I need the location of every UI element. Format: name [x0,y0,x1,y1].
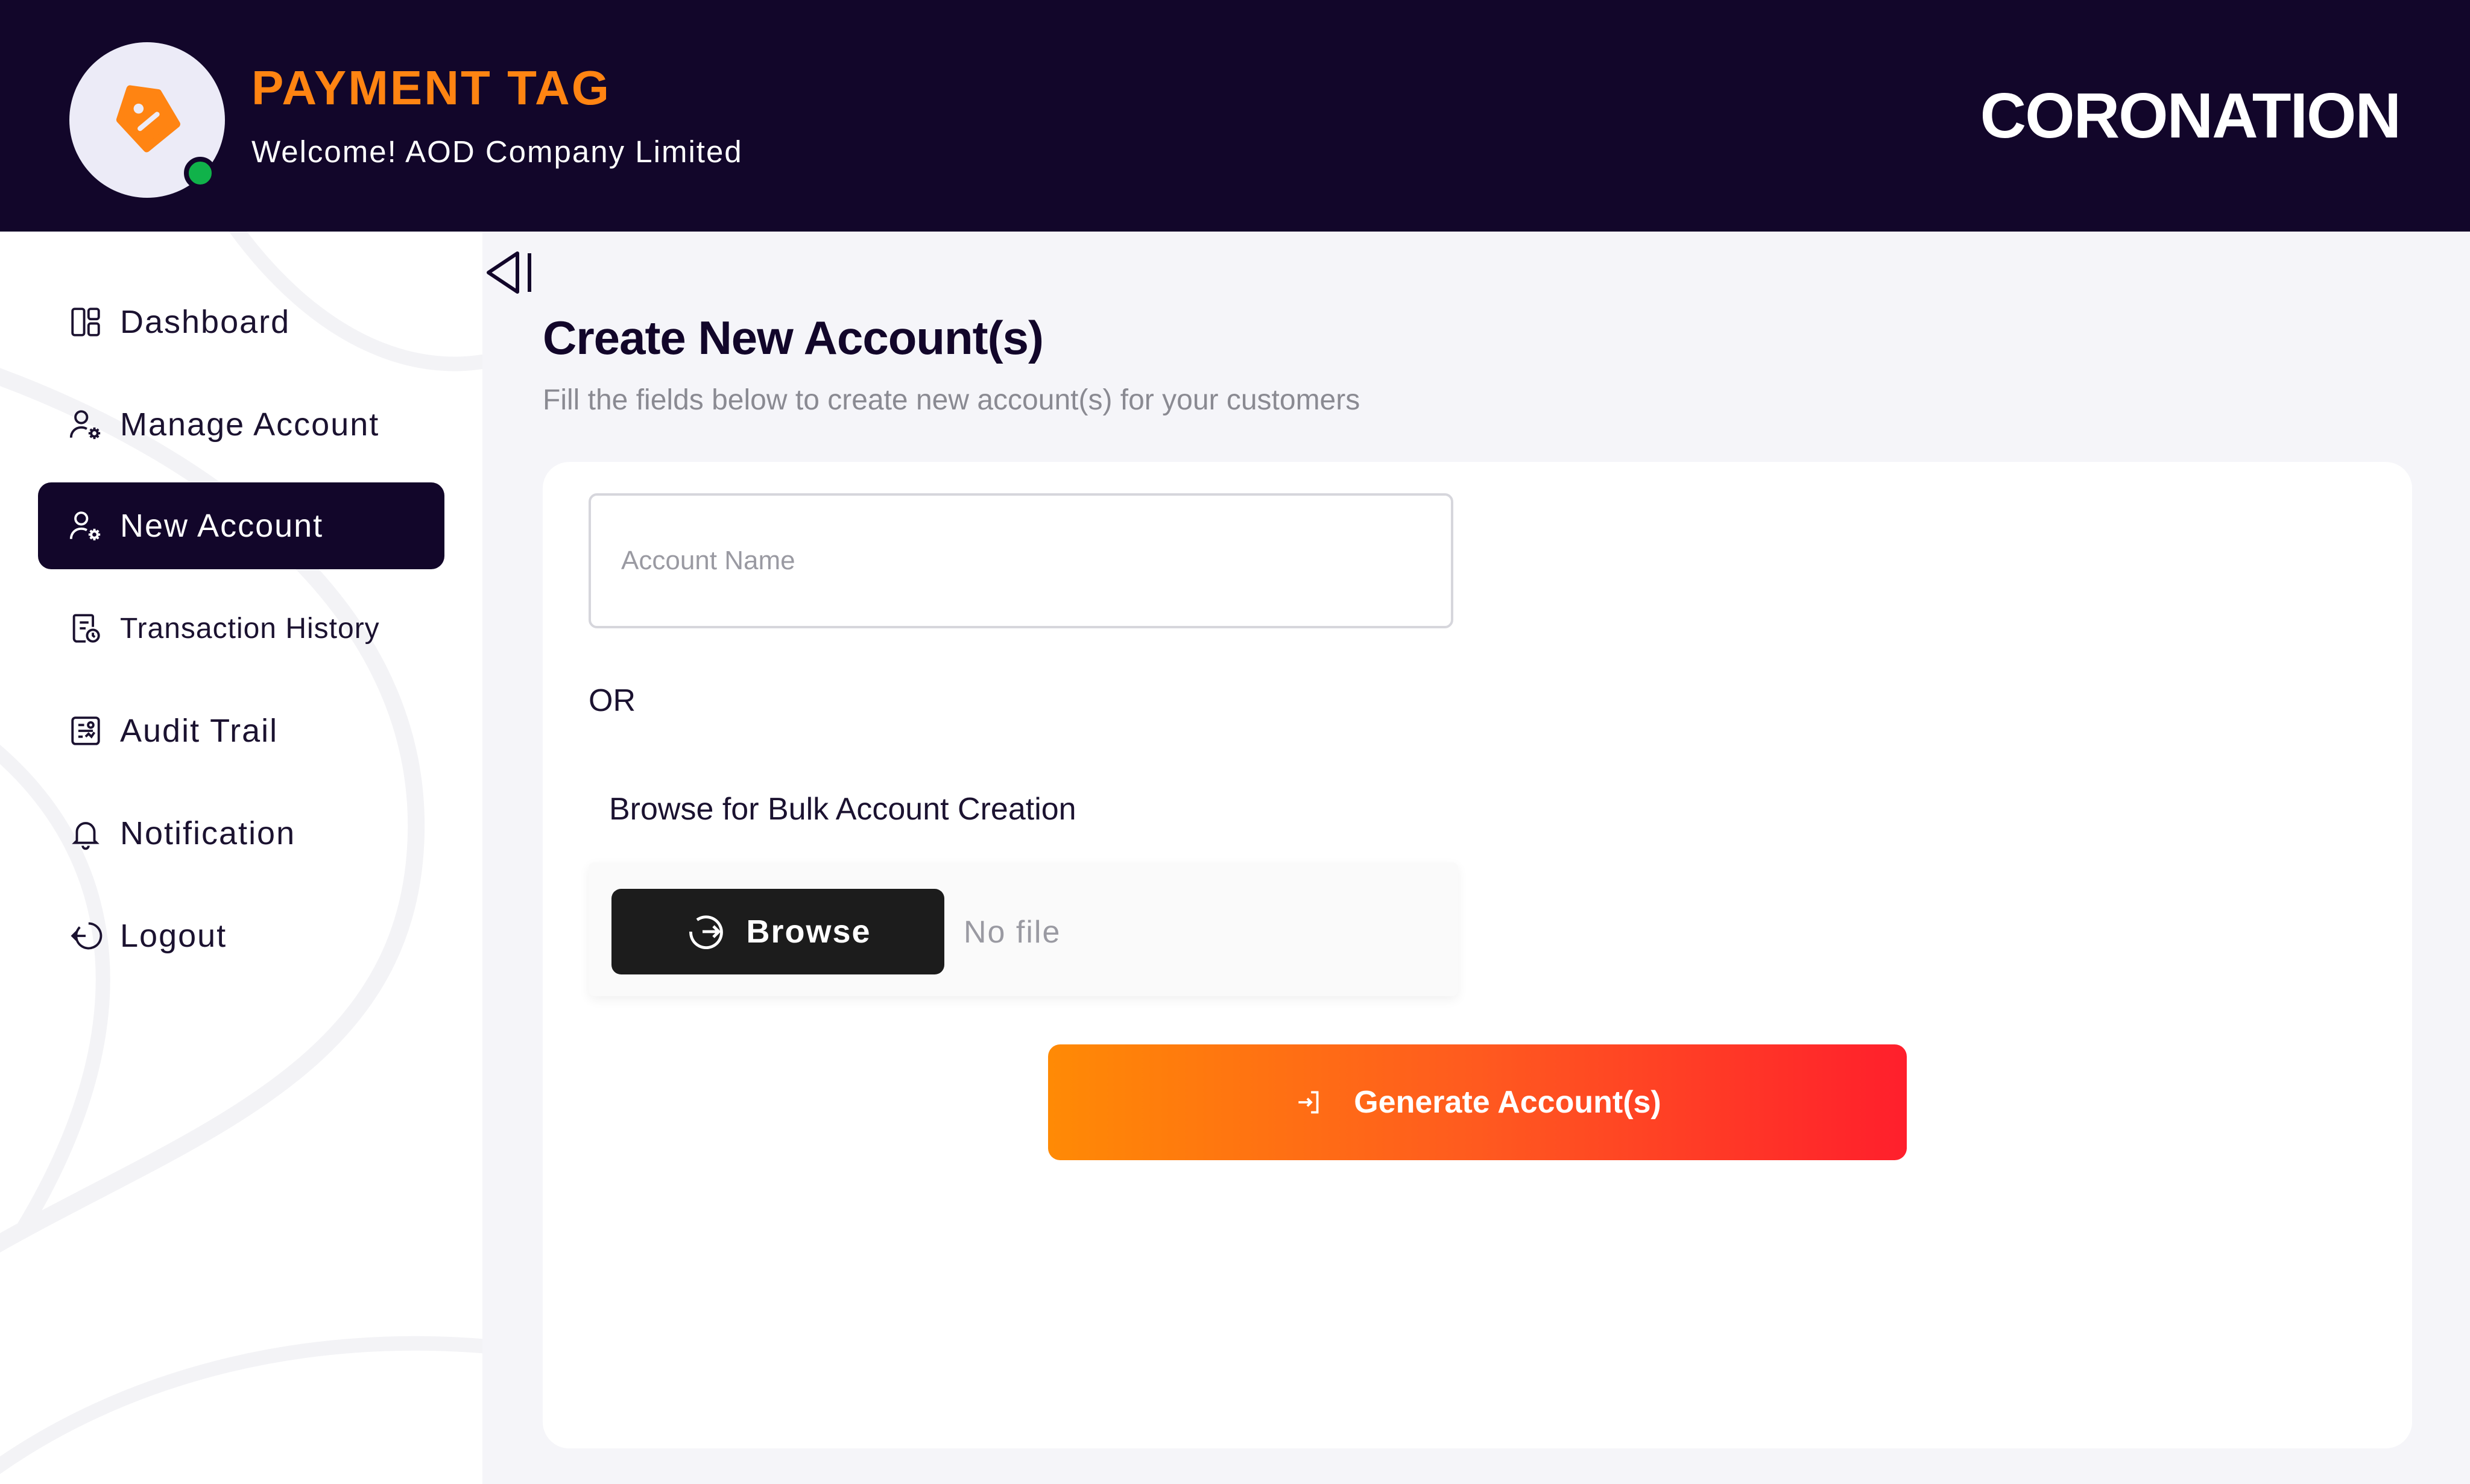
sidebar-item-label: Manage Account [120,406,380,443]
price-tag-icon [116,85,180,153]
online-status-dot [184,157,216,189]
account-name-input[interactable] [589,493,1453,628]
sidebar-item-label: Transaction History [120,612,380,645]
app-title: PAYMENT TAG [251,61,611,115]
sidebar-item-dashboard[interactable]: Dashboard [38,279,444,365]
browse-button-label: Browse [746,914,871,950]
user-gear-icon [69,410,101,440]
generate-accounts-button[interactable]: Generate Account(s) [1048,1044,1907,1160]
sidebar-item-label: Dashboard [120,304,291,340]
sidebar-item-label: Notification [120,815,296,851]
brand-logo: CORONATION [1980,80,2401,151]
sidebar-item-notification[interactable]: Notification [38,790,444,877]
or-divider-label: OR [589,683,636,718]
logo-badge [69,42,225,198]
sidebar-item-label: Audit Trail [120,713,279,749]
page-subtitle: Fill the fields below to create new acco… [543,384,1360,416]
bulk-upload-label: Browse for Bulk Account Creation [609,792,1076,827]
dashboard-icon [71,308,100,336]
browse-button[interactable]: Browse [611,889,944,974]
generate-accounts-label: Generate Account(s) [1354,1085,1661,1120]
app-header: PAYMENT TAG Welcome! AOD Company Limited… [0,0,2470,232]
upload-arrow-icon [689,915,724,950]
login-arrow-icon [1298,1091,1319,1114]
page-title: Create New Account(s) [543,311,1044,364]
logout-icon [71,922,103,950]
audit-icon [71,716,100,745]
sidebar-item-label: Logout [120,918,227,954]
sidebar-item-transaction-history[interactable]: Transaction History [38,585,444,672]
sidebar-item-audit-trail[interactable]: Audit Trail [38,687,444,774]
collapse-sidebar-icon[interactable] [482,246,537,299]
sidebar-item-logout[interactable]: Logout [38,892,444,979]
welcome-text: Welcome! AOD Company Limited [251,134,743,169]
receipt-clock-icon [72,614,100,643]
sidebar-item-new-account[interactable]: New Account [38,482,444,569]
sidebar-item-label: New Account [120,508,324,544]
sidebar-item-manage-account[interactable]: Manage Account [38,381,444,468]
sidebar: Dashboard Manage Account New Account Tra… [0,232,482,1484]
user-gear-icon [69,511,101,541]
file-status-text: No file [964,915,1061,950]
bell-icon [72,822,99,850]
